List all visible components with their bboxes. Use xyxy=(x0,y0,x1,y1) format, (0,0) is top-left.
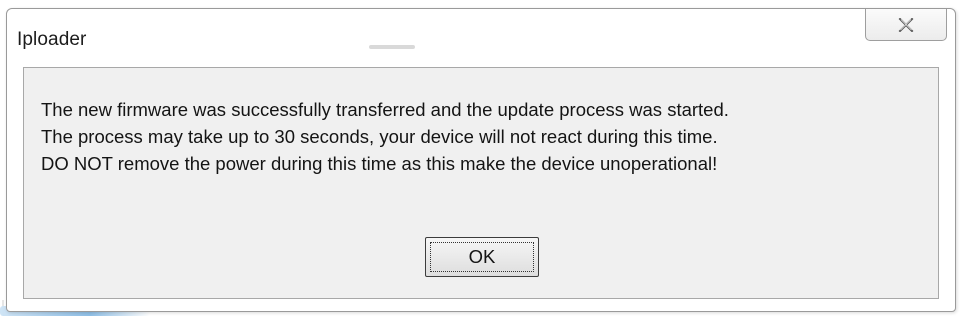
message-dialog: Iploader The new firmware was successful… xyxy=(6,8,956,312)
ok-button-label: OK xyxy=(468,246,496,267)
message-line: The new firmware was successfully transf… xyxy=(41,99,729,120)
ok-button[interactable]: OK xyxy=(425,237,539,277)
close-button[interactable] xyxy=(865,9,947,41)
message-text: The new firmware was successfully transf… xyxy=(41,96,931,177)
dialog-title: Iploader xyxy=(17,29,87,50)
close-x-icon xyxy=(898,17,914,32)
background-text-ghost xyxy=(369,45,415,49)
dialog-content: The new firmware was successfully transf… xyxy=(23,67,939,299)
message-line: DO NOT remove the power during this time… xyxy=(41,153,718,174)
title-bar[interactable]: Iploader xyxy=(7,9,955,67)
message-line: The process may take up to 30 seconds, y… xyxy=(41,126,718,147)
